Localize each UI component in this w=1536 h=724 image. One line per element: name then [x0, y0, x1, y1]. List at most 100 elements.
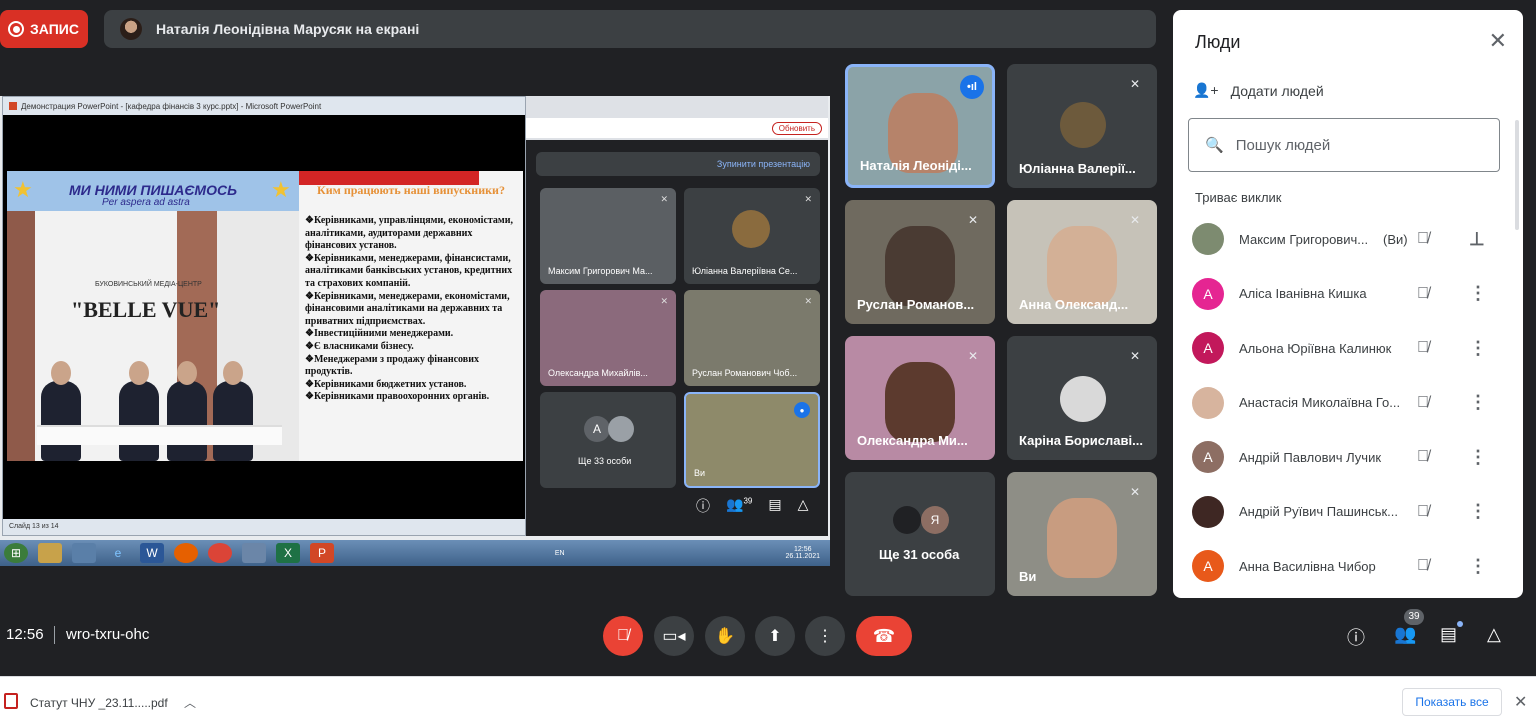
taskbar-time: 12:56	[793, 546, 812, 553]
download-bar: Статут ЧНУ _23.11.....pdf ︿ Показать все…	[0, 676, 1536, 724]
participant-tile[interactable]: ✕ Каріна Бориславі...	[1007, 336, 1157, 460]
add-people-label: Додати людей	[1230, 82, 1324, 99]
participant-row[interactable]: Андрій Руївич Пашинськ... 🎙̸ ⋮	[1173, 485, 1523, 539]
mini-tile-name: Ви	[694, 468, 706, 478]
participant-tile[interactable]: ✕ Ви	[1007, 472, 1157, 596]
ppt-status-bar: Слайд 13 из 14	[3, 519, 525, 535]
more-icon[interactable]: ⋮	[1469, 283, 1487, 304]
mic-off-icon[interactable]: 🎙̸	[1417, 394, 1429, 412]
chrome-tab-bar: Обновить	[526, 96, 828, 140]
info-icon[interactable]: ⓘ	[1347, 624, 1365, 650]
folder-icon	[38, 543, 62, 563]
leave-call-button[interactable]: ☎	[856, 616, 912, 656]
slide-list-item: ❖Інвестиційними менеджерами.	[305, 328, 454, 340]
more-options-button[interactable]: ⋮	[805, 616, 845, 656]
mic-off-icon[interactable]: 🎙̸	[1417, 285, 1429, 303]
mic-off-icon: ✕	[967, 213, 979, 227]
participant-tile[interactable]: ✕ Анна Олександ...	[1007, 200, 1157, 324]
show-all-button[interactable]: Показать все	[1402, 688, 1502, 716]
firefox-icon	[174, 543, 198, 563]
slide-table	[37, 425, 282, 445]
overflow-avatar: А	[584, 416, 610, 442]
participant-row[interactable]: A Анна Василівна Чибор 🎙̸ ⋮	[1173, 539, 1523, 593]
divider	[54, 626, 55, 644]
hangup-icon: ☎	[872, 625, 896, 646]
info-icon: ⓘ	[696, 498, 710, 514]
close-icon[interactable]: ✕	[1514, 692, 1527, 712]
overflow-avatar	[608, 416, 634, 442]
recording-button[interactable]: ЗАПИС	[0, 10, 88, 48]
present-button[interactable]: ⬆	[755, 616, 795, 656]
chrome-toolbar: Обновить	[526, 118, 828, 138]
chat-icon[interactable]: ▤	[1440, 624, 1457, 645]
slide-banner-sub: Per aspera ad astra	[102, 197, 190, 208]
mic-off-icon[interactable]: 🎙̸	[1417, 339, 1429, 357]
slide-person	[119, 361, 159, 461]
participant-row[interactable]: Максим Григорович... (Ви) 🎙̸ ⊥	[1173, 212, 1523, 266]
chrome-refresh-button[interactable]: Обновить	[771, 121, 822, 135]
mini-tile-name: Максим Григорович Ма...	[548, 266, 653, 276]
mic-off-icon[interactable]: 🎙̸	[1417, 557, 1429, 575]
participant-tile[interactable]: •ıl Наталія Леоніді...	[845, 64, 995, 188]
presenting-text: Наталія Леонідівна Марусяк на екрані	[156, 21, 420, 37]
word-icon: W	[140, 543, 164, 563]
recording-label: ЗАПИС	[30, 21, 79, 37]
participant-tile[interactable]: Я Ще 31 особа	[845, 472, 995, 596]
download-file[interactable]: Статут ЧНУ _23.11.....pdf	[30, 696, 168, 710]
chevron-up-icon[interactable]: ︿	[184, 694, 196, 711]
more-icon[interactable]: ⋮	[1469, 338, 1487, 359]
taskbar-date: 26.11.2021	[785, 553, 820, 560]
participant-tile[interactable]: ✕ Олександра Ми...	[845, 336, 995, 460]
more-icon[interactable]: ⋮	[1469, 447, 1487, 468]
mic-off-icon: ✕	[804, 194, 812, 204]
powerpoint-window: Демонстрация PowerPoint - [кафедра фінан…	[2, 96, 526, 536]
slide-photo: БУКОВИНСЬКИЙ МЕДІА-ЦЕНТР "BELLE VUE"	[7, 211, 299, 461]
participant-tile[interactable]: ✕ Юліанна Валерії...	[1007, 64, 1157, 188]
participant-row[interactable]: A Андрій Павлович Лучик 🎙̸ ⋮	[1173, 430, 1523, 484]
participant-row[interactable]: A Аліса Іванівна Кишка 🎙̸ ⋮	[1173, 267, 1523, 321]
slide-person	[213, 361, 253, 461]
chat-icon: ▤	[768, 496, 782, 512]
mic-off-icon: ✕	[967, 349, 979, 363]
slide-belle-vue: "BELLE VUE"	[71, 297, 221, 322]
windows-taskbar: ⊞ e W X P EN 12:56 26.11.2021	[0, 540, 830, 566]
participant-row[interactable]: A Альона Юріївна Калинюк 🎙̸ ⋮	[1173, 321, 1523, 375]
pin-icon[interactable]: ⊥	[1469, 229, 1485, 250]
presenting-banner[interactable]: Наталія Леонідівна Марусяк на екрані	[104, 10, 1156, 48]
more-icon[interactable]: ⋮	[1469, 556, 1487, 577]
participant-tile[interactable]: ✕ Руслан Романов...	[845, 200, 995, 324]
slide-list-item: ❖Є власниками бізнесу.	[305, 340, 414, 352]
slide-list-item: ❖Керівниками, менеджерами, фінансистами,…	[305, 252, 513, 289]
people-badge: 39	[743, 496, 753, 506]
present-icon: ⬆	[768, 628, 782, 645]
mini-tile: ✕ Олександра Михайлів...	[540, 290, 676, 386]
activities-icon[interactable]: △	[1487, 624, 1501, 645]
you-tag: (Ви)	[1383, 231, 1408, 247]
participant-avatar	[732, 210, 770, 248]
mini-tile: ✕ Руслан Романович Чоб...	[684, 290, 820, 386]
slide-heading: Ким працюють наші випускники?	[317, 183, 505, 197]
more-icon[interactable]: ⋮	[1469, 501, 1487, 522]
mic-toggle-button[interactable]: 🎙̸	[603, 616, 643, 656]
people-icon[interactable]: 👥	[1394, 624, 1416, 645]
slide-photo-side: БУКОВИНСЬКИЙ МЕДІА-ЦЕНТР "BELLE VUE" ★ ★…	[7, 171, 299, 461]
taskbar-lang: EN	[554, 549, 565, 557]
close-icon[interactable]: ✕	[1489, 28, 1507, 54]
mic-off-icon[interactable]: 🎙̸	[1417, 230, 1429, 248]
camera-toggle-button[interactable]: ▭◂	[654, 616, 694, 656]
taskbar-clock: 12:56 26.11.2021	[785, 546, 820, 560]
add-people-button[interactable]: 👤+ Додати людей	[1193, 82, 1324, 99]
mic-off-icon: ✕	[660, 296, 668, 306]
ie-icon: e	[114, 546, 122, 560]
participant-name: Юліанна Валерії...	[1019, 161, 1136, 176]
mini-tile[interactable]: А Ще 33 особи	[540, 392, 676, 488]
mic-off-icon[interactable]: 🎙̸	[1417, 503, 1429, 521]
raise-hand-button[interactable]: ✋	[705, 616, 745, 656]
stop-presenting-button[interactable]: Зупинити презентацію	[536, 152, 820, 176]
participant-name: Анна Олександ...	[1019, 297, 1129, 312]
mic-off-icon[interactable]: 🎙̸	[1417, 448, 1429, 466]
more-icon[interactable]: ⋮	[1469, 392, 1487, 413]
search-people-input[interactable]: 🔍 Пошук людей	[1188, 118, 1500, 172]
participant-row[interactable]: Анастасія Миколаївна Го... 🎙̸ ⋮	[1173, 376, 1523, 430]
slide-list-item: ❖Керівниками бюджетних установ.	[305, 378, 467, 390]
